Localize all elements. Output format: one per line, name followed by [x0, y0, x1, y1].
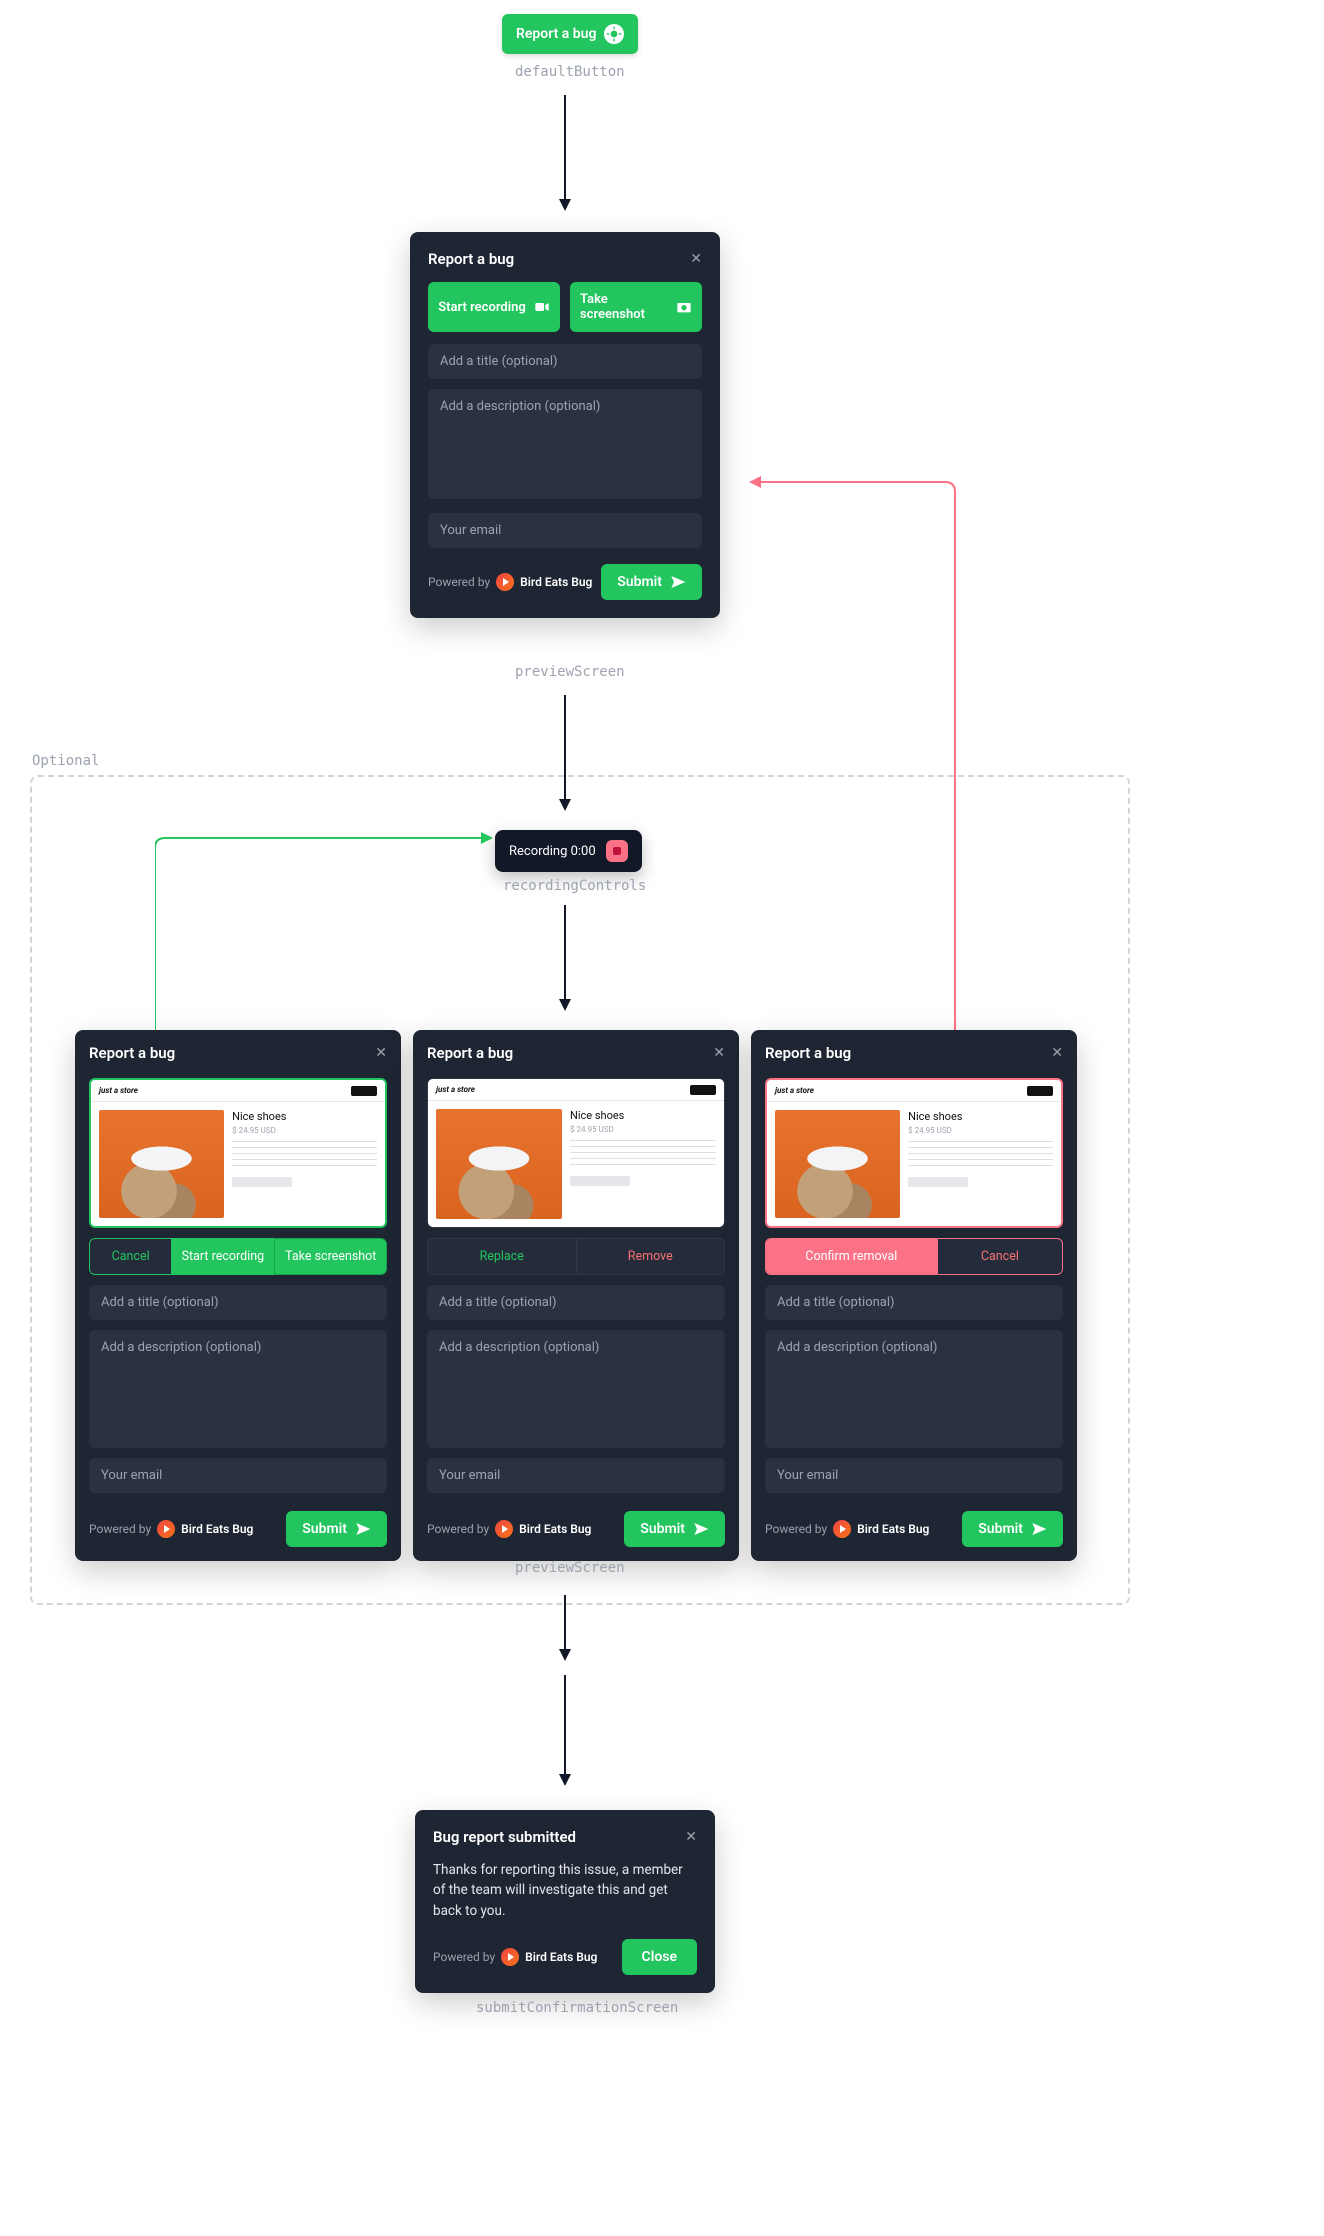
- cancel-button[interactable]: Cancel: [89, 1238, 171, 1275]
- recording-caption: recordingControls: [503, 878, 646, 894]
- preview-panel-variant-a: Report a bug ✕ just a store Nice shoes $…: [75, 1030, 401, 1561]
- start-recording-button[interactable]: Start recording: [171, 1238, 274, 1275]
- submit-button[interactable]: Submit: [624, 1511, 725, 1547]
- submit-button[interactable]: Submit: [286, 1511, 387, 1547]
- recording-controls: Recording 0:00: [495, 830, 642, 872]
- close-icon[interactable]: ✕: [685, 1829, 697, 1845]
- send-icon: [670, 574, 686, 590]
- description-input[interactable]: [765, 1330, 1063, 1448]
- submit-button[interactable]: Submit: [601, 564, 702, 600]
- action-bar: Confirm removal Cancel: [765, 1238, 1063, 1275]
- brand-logo-icon: [496, 573, 514, 591]
- product-image: [436, 1109, 562, 1219]
- product-image: [99, 1110, 224, 1218]
- description-input[interactable]: [428, 389, 702, 499]
- preview-panel: Report a bug ✕ Start recording Take scre…: [410, 232, 720, 618]
- preview-caption: previewScreen: [515, 664, 625, 680]
- description-input[interactable]: [89, 1330, 387, 1448]
- cart-icon: [1027, 1086, 1053, 1096]
- bug-icon: [604, 24, 624, 44]
- panel-title: Report a bug: [427, 1044, 513, 1062]
- email-input[interactable]: [765, 1458, 1063, 1493]
- camera-icon: [676, 299, 692, 315]
- description-input[interactable]: [427, 1330, 725, 1448]
- panel-title: Bug report submitted: [433, 1828, 576, 1846]
- title-input[interactable]: [428, 344, 702, 379]
- email-input[interactable]: [428, 513, 702, 548]
- brand-logo-icon: [157, 1520, 175, 1538]
- add-to-cart-placeholder: [232, 1177, 292, 1187]
- panel-title: Report a bug: [428, 250, 514, 268]
- take-screenshot-button[interactable]: Take screenshot: [274, 1238, 387, 1275]
- video-icon: [534, 299, 550, 315]
- preview-panel-variant-c: Report a bug ✕ just a store Nice shoes $…: [751, 1030, 1077, 1561]
- report-bug-label: Report a bug: [516, 26, 596, 42]
- take-screenshot-button[interactable]: Take screenshot: [570, 282, 702, 332]
- confirm-removal-button[interactable]: Confirm removal: [766, 1239, 937, 1274]
- powered-by: Powered by Bird Eats Bug: [428, 573, 592, 591]
- screenshot-preview: just a store Nice shoes $ 24.95 USD: [427, 1078, 725, 1228]
- close-button[interactable]: Close: [622, 1939, 697, 1975]
- close-icon[interactable]: ✕: [375, 1045, 387, 1061]
- close-icon[interactable]: ✕: [690, 251, 702, 267]
- email-input[interactable]: [89, 1458, 387, 1493]
- panel-title: Report a bug: [765, 1044, 851, 1062]
- cart-icon: [351, 1086, 377, 1096]
- email-input[interactable]: [427, 1458, 725, 1493]
- screenshot-preview: just a store Nice shoes $ 24.95 USD: [765, 1078, 1063, 1228]
- flow-arrow: [553, 1595, 577, 1665]
- recording-timer: Recording 0:00: [509, 844, 596, 859]
- title-input[interactable]: [427, 1285, 725, 1320]
- confirmation-panel: Bug report submitted ✕ Thanks for report…: [415, 1810, 715, 1993]
- send-icon: [355, 1521, 371, 1537]
- brand-logo-icon: [501, 1948, 519, 1966]
- flow-arrow: [553, 905, 577, 1015]
- preview-caption-2: previewScreen: [515, 1560, 625, 1576]
- confirmation-body: Thanks for reporting this issue, a membe…: [433, 1860, 697, 1921]
- stop-recording-button[interactable]: [606, 840, 628, 862]
- preview-panel-variant-b: Report a bug ✕ just a store Nice shoes $…: [413, 1030, 739, 1561]
- send-icon: [1031, 1521, 1047, 1537]
- action-bar: Replace Remove: [427, 1238, 725, 1275]
- start-recording-button[interactable]: Start recording: [428, 282, 560, 332]
- replace-button[interactable]: Replace: [428, 1239, 576, 1274]
- brand-logo-icon: [833, 1520, 851, 1538]
- optional-label: Optional: [32, 753, 99, 769]
- product-image: [775, 1110, 900, 1218]
- close-icon[interactable]: ✕: [713, 1045, 725, 1061]
- brand-logo-icon: [495, 1520, 513, 1538]
- title-input[interactable]: [89, 1285, 387, 1320]
- submit-button[interactable]: Submit: [962, 1511, 1063, 1547]
- report-bug-button[interactable]: Report a bug: [502, 14, 638, 54]
- screenshot-preview: just a store Nice shoes $ 24.95 USD: [89, 1078, 387, 1228]
- title-input[interactable]: [765, 1285, 1063, 1320]
- default-button-caption: defaultButton: [515, 64, 625, 80]
- cancel-button[interactable]: Cancel: [937, 1239, 1062, 1274]
- remove-button[interactable]: Remove: [576, 1239, 725, 1274]
- close-icon[interactable]: ✕: [1051, 1045, 1063, 1061]
- cart-icon: [690, 1085, 716, 1095]
- flow-arrow: [553, 1675, 577, 1790]
- panel-title: Report a bug: [89, 1044, 175, 1062]
- flow-arrow: [553, 95, 577, 215]
- preview-variants-row: Report a bug ✕ just a store Nice shoes $…: [75, 1030, 1077, 1561]
- action-bar: Cancel Start recording Take screenshot: [89, 1238, 387, 1275]
- send-icon: [693, 1521, 709, 1537]
- confirmation-caption: submitConfirmationScreen: [476, 2000, 678, 2016]
